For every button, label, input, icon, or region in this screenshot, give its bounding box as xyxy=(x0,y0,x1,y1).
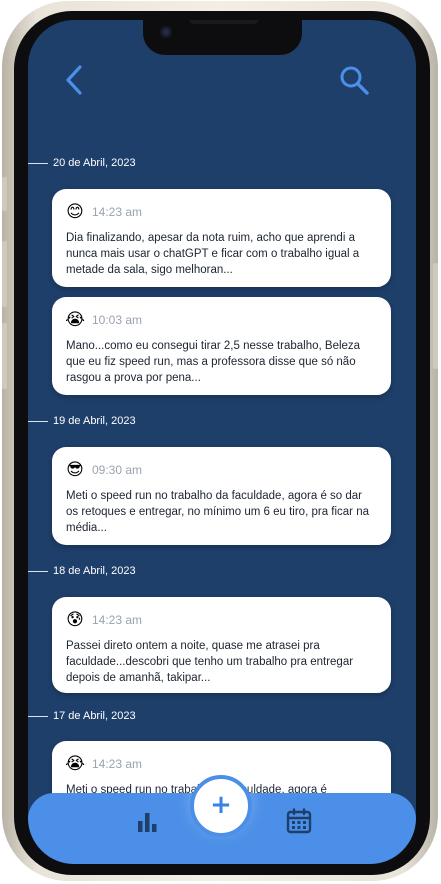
chevron-left-icon xyxy=(66,65,82,95)
crying-face-icon: 😭 xyxy=(65,310,85,330)
date-divider: 19 de Abril, 2023 xyxy=(28,415,136,427)
power-button xyxy=(433,263,438,369)
entry-time: 14:23 am xyxy=(92,613,143,627)
date-divider: 17 de Abril, 2023 xyxy=(28,710,136,722)
calendar-icon xyxy=(286,808,312,834)
date-divider: 20 de Abril, 2023 xyxy=(28,157,136,169)
search-icon xyxy=(340,66,369,95)
entry-time: 14:23 am xyxy=(92,205,143,219)
smiling-face-icon: 😊 xyxy=(66,202,84,222)
entry-text: Passei direto ontem a noite, quase me at… xyxy=(66,640,354,684)
entry-text: Meti o speed run no trabalho da faculdad… xyxy=(66,490,369,534)
speaker xyxy=(189,20,259,24)
sunglasses-face-icon: 😎 xyxy=(66,460,84,480)
journal-entry-card[interactable]: 😎 09:30 am Meti o speed run no trabalho … xyxy=(52,447,391,545)
date-label: 19 de Abril, 2023 xyxy=(53,415,136,427)
back-button[interactable] xyxy=(54,60,94,100)
journal-entry-card[interactable]: 😊 14:23 am Dia finalizando, apesar da no… xyxy=(52,189,391,287)
entry-text: Dia finalizando, apesar da nota ruim, ac… xyxy=(66,232,360,276)
entry-time: 10:03 am xyxy=(92,313,143,327)
journal-entry-card[interactable]: 😭 10:03 am Mano...como eu consegui tirar… xyxy=(52,297,391,395)
entry-time: 09:30 am xyxy=(92,463,143,477)
mute-switch xyxy=(2,177,7,211)
anxious-face-icon: 😰 xyxy=(66,610,84,630)
calendar-tab[interactable] xyxy=(285,807,313,835)
date-label: 20 de Abril, 2023 xyxy=(53,157,136,169)
bar-chart-icon xyxy=(138,813,157,832)
stats-tab[interactable] xyxy=(134,807,162,835)
notch xyxy=(143,20,302,55)
app-screen: 20 de Abril, 2023 😊 14:23 am Dia finaliz… xyxy=(28,20,416,864)
search-button[interactable] xyxy=(334,60,374,100)
volume-up-button xyxy=(2,241,7,307)
volume-down-button xyxy=(2,323,7,389)
add-entry-button[interactable]: + xyxy=(190,775,252,837)
journal-entry-card[interactable]: 😰 14:23 am Passei direto ontem a noite, … xyxy=(52,597,391,693)
date-label: 17 de Abril, 2023 xyxy=(53,710,136,722)
front-camera xyxy=(160,26,172,38)
date-divider: 18 de Abril, 2023 xyxy=(28,565,136,577)
entry-text: Mano...como eu consegui tirar 2,5 nesse … xyxy=(66,340,361,384)
date-label: 18 de Abril, 2023 xyxy=(53,565,136,577)
entry-time: 14:23 am xyxy=(92,757,143,771)
crying-face-icon: 😭 xyxy=(65,754,85,774)
plus-icon: + xyxy=(210,789,232,820)
